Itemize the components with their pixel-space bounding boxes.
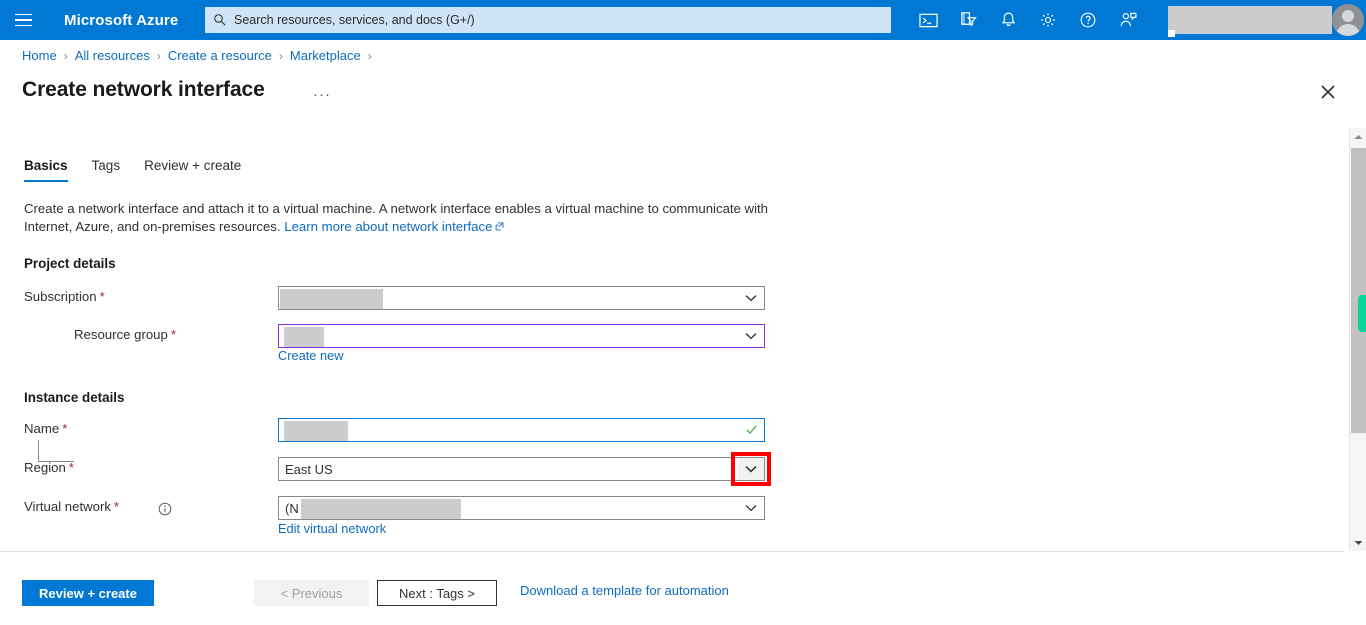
name-value-redacted [284, 421, 348, 441]
user-avatar[interactable] [1332, 4, 1364, 36]
breadcrumb-item-all-resources[interactable]: All resources [75, 48, 150, 63]
breadcrumb-separator: › [278, 48, 283, 63]
account-info-redacted [1168, 6, 1332, 37]
notifications-bell-icon[interactable] [988, 0, 1028, 40]
next-tags-button[interactable]: Next : Tags > [377, 580, 497, 606]
cloud-shell-icon[interactable] [908, 0, 948, 40]
breadcrumb-item-create-a-resource[interactable]: Create a resource [168, 48, 272, 63]
virtual-network-dropdown[interactable]: (N [278, 496, 765, 520]
page-title: Create network interface [22, 78, 265, 101]
breadcrumb: Home › All resources › Create a resource… [22, 48, 379, 63]
blade-description: Create a network interface and attach it… [24, 200, 769, 236]
edit-virtual-network-link[interactable]: Edit virtual network [278, 521, 386, 536]
required-asterisk: * [62, 421, 68, 436]
section-heading-project-details: Project details [24, 256, 116, 271]
required-asterisk: * [170, 327, 176, 342]
label-region: Region * [24, 460, 74, 475]
top-navigation-bar: Microsoft Azure Search resources, servic… [0, 0, 1366, 40]
chevron-down-icon[interactable] [738, 497, 764, 519]
create-new-resource-group-link[interactable]: Create new [278, 348, 343, 363]
field-row-subscription: Subscription * [24, 286, 924, 310]
tab-tags[interactable]: Tags [80, 158, 133, 182]
feedback-person-icon[interactable] [1108, 0, 1148, 40]
required-asterisk: * [113, 499, 120, 514]
label-name: Name * [24, 421, 68, 436]
global-search-input[interactable]: Search resources, services, and docs (G+… [205, 7, 891, 33]
field-row-region: Region * East US [24, 457, 924, 481]
blade-footer: Review + create < Previous Next : Tags >… [0, 552, 1366, 625]
required-asterisk: * [68, 460, 74, 475]
hamburger-menu-icon[interactable] [0, 0, 46, 40]
section-heading-instance-details: Instance details [24, 390, 125, 405]
breadcrumb-separator: › [63, 48, 68, 63]
info-icon[interactable] [158, 502, 172, 516]
external-link-icon [496, 222, 504, 231]
chevron-down-icon[interactable] [738, 325, 764, 347]
resource-group-value-redacted [284, 327, 324, 347]
label-subscription: Subscription * [24, 289, 105, 304]
virtual-network-value-redacted [301, 499, 461, 519]
download-template-link[interactable]: Download a template for automation [520, 583, 729, 598]
scroll-thumb[interactable] [1351, 148, 1366, 433]
topbar-icon-group [908, 0, 1148, 40]
subscription-value-redacted [280, 289, 383, 309]
azure-brand-logo[interactable]: Microsoft Azure [64, 12, 178, 29]
label-resource-group: Resource group * [74, 327, 176, 342]
virtual-network-value: (N [285, 500, 299, 516]
breadcrumb-item-home[interactable]: Home [22, 48, 57, 63]
field-row-virtual-network: Virtual network * (N [24, 496, 924, 520]
settings-gear-icon[interactable] [1028, 0, 1068, 40]
tab-review-create[interactable]: Review + create [132, 158, 253, 182]
label-virtual-network: Virtual network * [24, 499, 120, 514]
field-row-name: Name * [24, 418, 924, 442]
previous-button: < Previous [254, 580, 369, 606]
resource-group-dropdown[interactable] [278, 324, 765, 348]
tab-bar: Basics Tags Review + create [24, 158, 253, 182]
review-create-button[interactable]: Review + create [22, 580, 154, 606]
directories-subscriptions-icon[interactable] [948, 0, 988, 40]
scroll-down-arrow-icon[interactable] [1350, 534, 1366, 551]
breadcrumb-item-marketplace[interactable]: Marketplace [290, 48, 361, 63]
tab-basics[interactable]: Basics [24, 158, 80, 182]
name-input[interactable] [278, 418, 765, 442]
blade-content: Basics Tags Review + create Create a net… [0, 128, 1344, 551]
field-row-resource-group: Resource group * [24, 324, 924, 348]
chevron-down-icon[interactable] [738, 287, 764, 309]
region-selected-value: East US [285, 461, 333, 477]
search-placeholder-text: Search resources, services, and docs (G+… [234, 13, 475, 27]
help-question-icon[interactable] [1068, 0, 1108, 40]
required-asterisk: * [99, 289, 105, 304]
subscription-dropdown[interactable] [278, 286, 765, 310]
region-dropdown[interactable]: East US [278, 457, 765, 481]
close-icon[interactable] [1316, 80, 1340, 104]
green-checkmark-icon [746, 425, 757, 434]
scroll-position-marker [1358, 295, 1366, 332]
breadcrumb-separator: › [156, 48, 161, 63]
more-options-button[interactable]: ··· [313, 86, 331, 103]
search-icon [214, 14, 226, 26]
scroll-up-arrow-icon[interactable] [1350, 128, 1366, 145]
chevron-down-icon[interactable] [738, 458, 764, 480]
learn-more-link[interactable]: Learn more about network interface [284, 219, 492, 234]
vertical-scrollbar[interactable] [1349, 128, 1366, 551]
breadcrumb-separator-trailing: › [367, 48, 372, 63]
